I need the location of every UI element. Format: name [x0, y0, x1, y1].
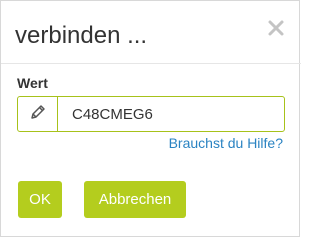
connect-dialog: verbinden ... Wert Brauchst du Hilfe? OK… — [0, 0, 301, 237]
close-icon[interactable] — [267, 19, 285, 37]
cancel-button[interactable]: Abbrechen — [84, 181, 186, 218]
value-input-group — [17, 96, 285, 132]
header-divider — [1, 63, 301, 64]
ok-button[interactable]: OK — [18, 181, 62, 218]
help-link[interactable]: Brauchst du Hilfe? — [169, 135, 283, 151]
value-input[interactable] — [58, 97, 284, 131]
field-label-wert: Wert — [17, 75, 48, 91]
pencil-icon — [29, 103, 47, 126]
input-addon — [18, 97, 58, 131]
dialog-title: verbinden ... — [15, 22, 148, 49]
